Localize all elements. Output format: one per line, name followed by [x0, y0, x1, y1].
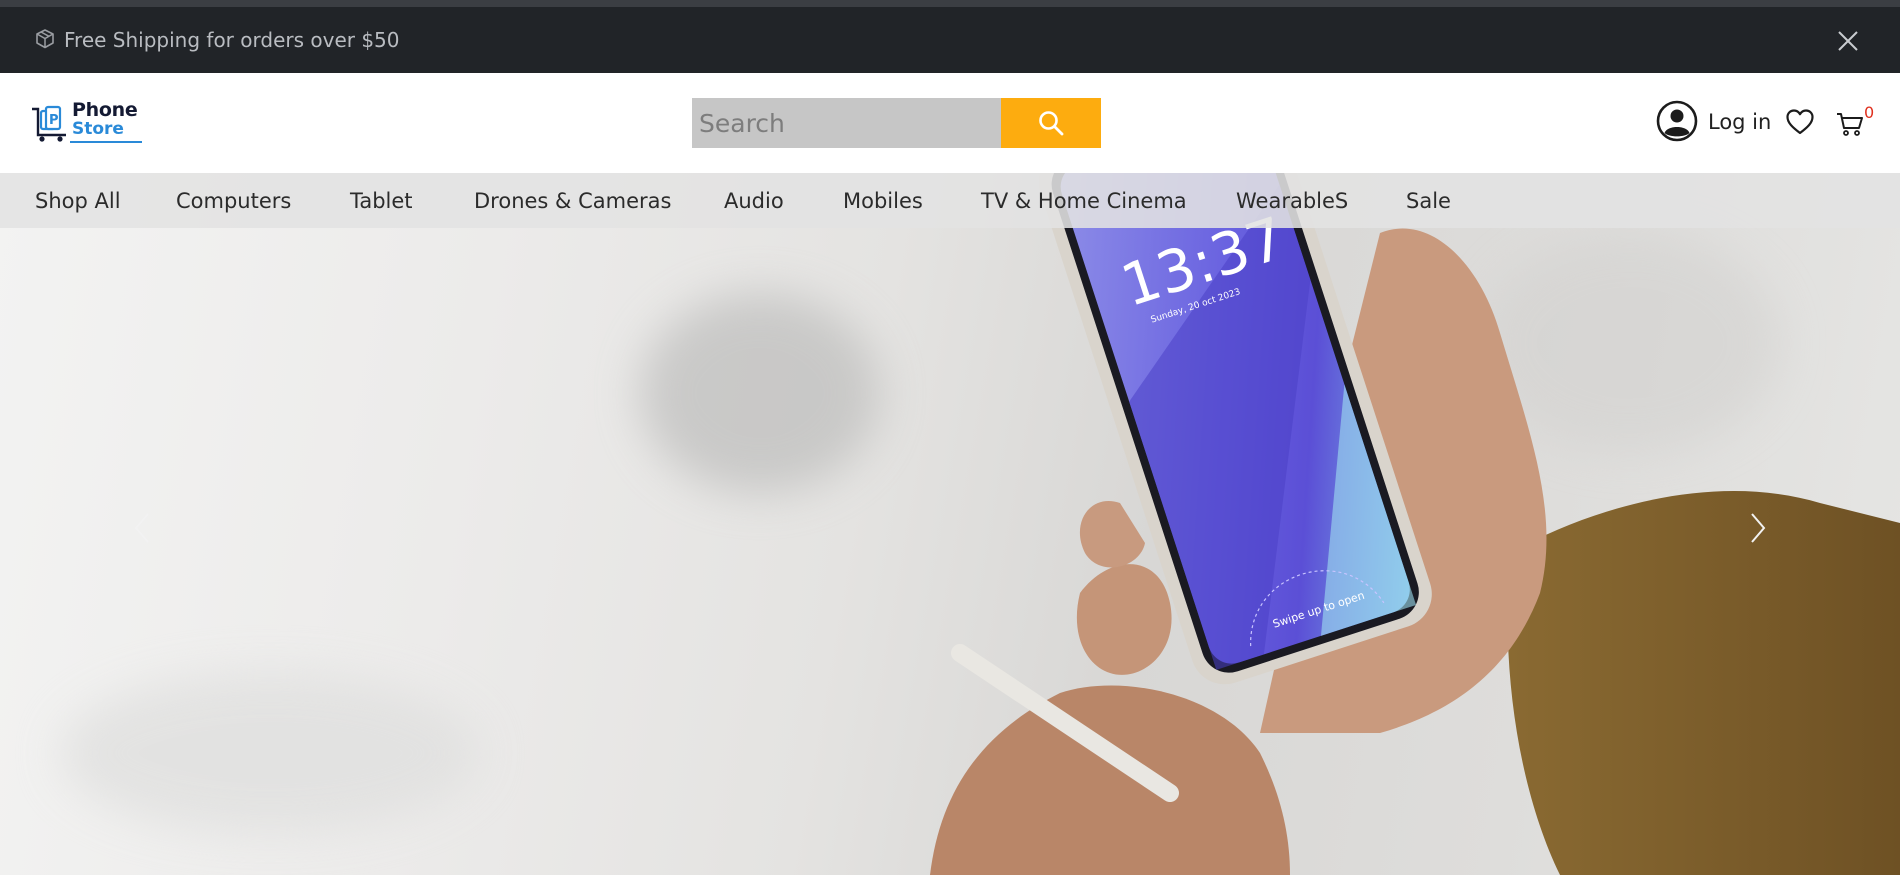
nav-item-wearables[interactable]: WearableS	[1236, 188, 1348, 214]
nav-item-tablet[interactable]: Tablet	[350, 188, 413, 214]
nav-item-computers[interactable]: Computers	[176, 188, 291, 214]
category-nav: Shop All Computers Tablet Drones & Camer…	[0, 173, 1900, 228]
search-input[interactable]	[692, 98, 1001, 148]
heart-icon[interactable]	[1785, 108, 1815, 136]
package-icon	[34, 28, 56, 50]
cart-count-badge: 0	[1864, 103, 1875, 122]
nav-item-audio[interactable]: Audio	[724, 188, 784, 214]
logo-underline	[70, 141, 142, 143]
user-circle-icon[interactable]	[1656, 100, 1698, 142]
nav-item-tv-home-cinema[interactable]: TV & Home Cinema	[981, 188, 1187, 214]
site-logo[interactable]: P Phone Store	[30, 99, 142, 145]
nav-item-sale[interactable]: Sale	[1406, 188, 1451, 214]
cart-icon[interactable]	[1836, 110, 1864, 138]
hero-phone-illustration: 13:37 Sunday, 20 oct 2023 Swipe up to op…	[930, 173, 1900, 875]
logo-text-store: Store	[72, 119, 124, 139]
window-top-strip	[0, 0, 1900, 7]
search-icon	[1039, 111, 1064, 136]
logo-text-phone: Phone	[72, 99, 138, 121]
chevron-right-icon[interactable]	[1742, 508, 1772, 548]
nav-item-shop-all[interactable]: Shop All	[35, 188, 121, 214]
announcement-bar: Free Shipping for orders over $50	[0, 7, 1900, 73]
svg-text:P: P	[49, 113, 59, 128]
nav-item-mobiles[interactable]: Mobiles	[843, 188, 923, 214]
logo-mark-icon: P	[30, 103, 72, 143]
announcement-text: Free Shipping for orders over $50	[64, 28, 400, 52]
search-button[interactable]	[1001, 98, 1101, 148]
nav-item-drones-cameras[interactable]: Drones & Cameras	[474, 188, 671, 214]
search-bar	[692, 98, 1101, 148]
close-icon[interactable]	[1836, 29, 1860, 53]
site-header: P Phone Store Log in	[0, 73, 1900, 173]
hero-banner: 13:37 Sunday, 20 oct 2023 Swipe up to op…	[0, 173, 1900, 875]
login-link[interactable]: Log in	[1708, 110, 1771, 134]
chevron-left-icon[interactable]	[128, 508, 158, 548]
